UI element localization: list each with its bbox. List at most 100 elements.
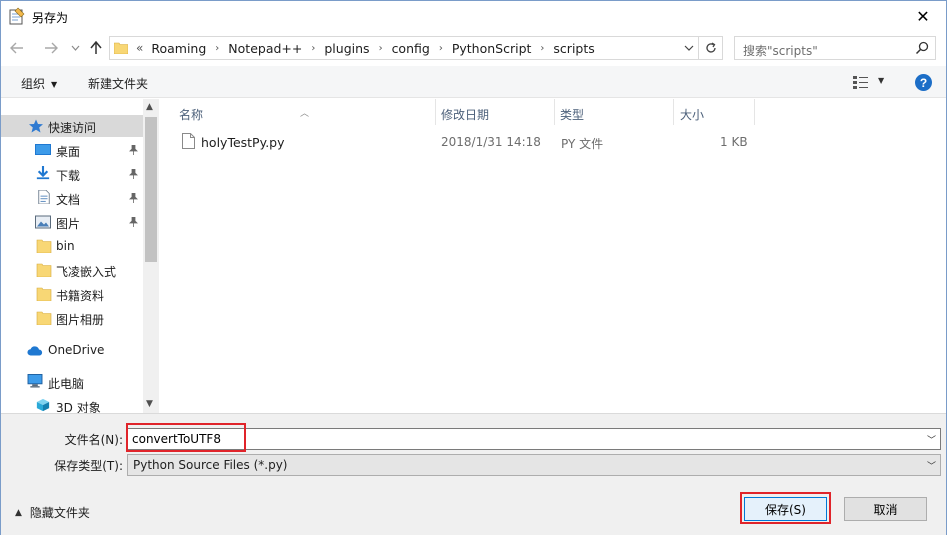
overflow-glyph: « [136,41,144,55]
folder-icon [114,42,128,54]
filename-combobox[interactable]: ﹀ [127,428,941,450]
scroll-down-icon[interactable]: ▼ [146,399,153,409]
view-options-icon[interactable] [853,75,869,89]
hide-folders-label: 隐藏文件夹 [29,506,90,520]
chevron-down-icon [684,45,694,51]
up-button[interactable] [86,38,106,58]
forward-button[interactable] [41,38,61,58]
nav-folder-books[interactable]: 书籍资料 [1,283,143,305]
file-list: 名称 ︿ 修改日期 类型 大小 holyTestPy.py 2018/1/31 … [160,99,946,413]
column-header-size[interactable]: 大小 [674,99,754,125]
cube-3d-icon [36,398,50,412]
nav-folder-albums[interactable]: 图片相册 [1,307,143,329]
breadcrumb-label: plugins [324,40,370,56]
navigation-pane: 快速访问 桌面 下载 文档 图片 bin 飞凌嵌入式 书籍资料 图片相册 One… [1,99,159,413]
nav-desktop[interactable]: 桌面 [1,139,143,161]
new-folder-button[interactable]: 新建文件夹 [88,75,148,92]
hide-folders-toggle[interactable]: ▲ 隐藏文件夹 [15,504,90,521]
pin-icon[interactable] [129,169,138,179]
filetype-select[interactable]: Python Source Files (*.py) ﹀ [127,454,941,476]
nav-label: 桌面 [56,145,81,159]
search-icon [915,41,929,55]
file-size: 1 KB [720,135,748,149]
search-box[interactable]: 搜索"scripts" [734,36,936,60]
file-date: 2018/1/31 14:18 [441,135,541,149]
filename-dropdown-icon[interactable]: ﹀ [927,433,936,446]
desktop-icon [35,144,51,155]
save-as-dialog: 另存为 ✕ « Roaming › Notepad++ › plugins › … [0,0,947,535]
nav-folder-feiling[interactable]: 飞凌嵌入式 [1,259,143,281]
breadcrumb-label: Roaming [151,40,207,56]
pin-icon[interactable] [129,145,138,155]
breadcrumb-separator[interactable]: › [215,43,219,54]
recent-locations-button[interactable] [65,38,85,58]
chevron-down-icon [71,45,79,51]
address-bar[interactable]: « Roaming › Notepad++ › plugins › config… [109,36,723,60]
column-header-type[interactable]: 类型 [555,99,673,125]
back-arrow-icon [10,42,23,54]
up-arrow-icon [90,41,102,54]
help-icon[interactable]: ? [915,74,932,91]
download-icon [36,166,50,180]
title-bar[interactable]: 另存为 ✕ [1,1,946,31]
breadcrumb-label: config [391,40,430,56]
breadcrumb-overflow[interactable]: « [136,41,143,55]
nav-documents[interactable]: 文档 [1,187,143,209]
nav-label: 下载 [56,169,81,183]
chevron-up-icon: ▲ [15,507,22,518]
cloud-icon [27,346,43,356]
breadcrumb-separator[interactable]: › [379,43,383,54]
nav-label: 快速访问 [48,121,97,135]
save-highlight-box [740,492,831,524]
star-icon [29,119,43,133]
save-options-panel: 文件名(N): ﹀ 保存类型(T): Python Source Files (… [1,413,946,535]
nav-3d-objects[interactable]: 3D 对象 [1,395,143,413]
pin-icon[interactable] [129,193,138,203]
scroll-thumb[interactable] [145,117,157,262]
column-header-name[interactable]: 名称 ︿ [160,99,435,125]
breadcrumb-plugins[interactable]: plugins [324,41,369,56]
breadcrumb-scripts[interactable]: scripts [553,41,594,56]
breadcrumb-config[interactable]: config [392,41,430,56]
pin-icon[interactable] [129,217,138,227]
filetype-dropdown-icon[interactable]: ﹀ [927,459,936,472]
file-row[interactable]: holyTestPy.py 2018/1/31 14:18 PY 文件 1 KB [176,131,756,153]
nav-scrollbar[interactable]: ▲ ▼ [143,99,159,413]
file-name: holyTestPy.py [201,135,285,150]
close-button[interactable]: ✕ [900,1,946,31]
nav-folder-bin[interactable]: bin [1,235,143,257]
document-icon [38,190,50,204]
breadcrumb-separator[interactable]: › [540,43,544,54]
sort-ascending-icon: ︿ [300,109,310,119]
cancel-button[interactable]: 取消 [844,497,927,521]
breadcrumb-label: Notepad++ [228,40,303,56]
address-history-dropdown[interactable] [682,41,696,55]
organize-menu-button[interactable]: 组织 ▼ [21,75,57,92]
breadcrumb-pythonscript[interactable]: PythonScript [452,41,532,56]
breadcrumb-separator[interactable]: › [311,43,315,54]
picture-icon [35,215,51,229]
breadcrumb-notepadpp[interactable]: Notepad++ [228,41,302,56]
folder-icon [36,287,52,301]
filename-label: 文件名(N): [64,433,123,447]
nav-label: 文档 [56,193,81,207]
column-label: 修改日期 [441,108,490,122]
nav-downloads[interactable]: 下载 [1,163,143,185]
breadcrumb-roaming[interactable]: Roaming [151,41,206,56]
nav-onedrive[interactable]: OneDrive [1,339,143,361]
refresh-button[interactable] [698,36,722,60]
column-header-date[interactable]: 修改日期 [436,99,554,125]
nav-pictures[interactable]: 图片 [1,211,143,233]
nav-this-pc[interactable]: 此电脑 [1,371,143,393]
back-button[interactable] [7,38,27,58]
filetype-label: 保存类型(T): [54,459,123,473]
scroll-up-icon[interactable]: ▲ [146,102,153,112]
column-label: 类型 [560,108,585,122]
column-divider[interactable] [754,99,755,125]
nav-label: 书籍资料 [56,289,105,303]
view-dropdown-caret-icon[interactable]: ▼ [878,76,884,85]
nav-quick-access[interactable]: 快速访问 [1,115,143,137]
file-type: PY 文件 [561,137,604,151]
breadcrumb-separator[interactable]: › [439,43,443,54]
address-row: « Roaming › Notepad++ › plugins › config… [1,34,946,62]
